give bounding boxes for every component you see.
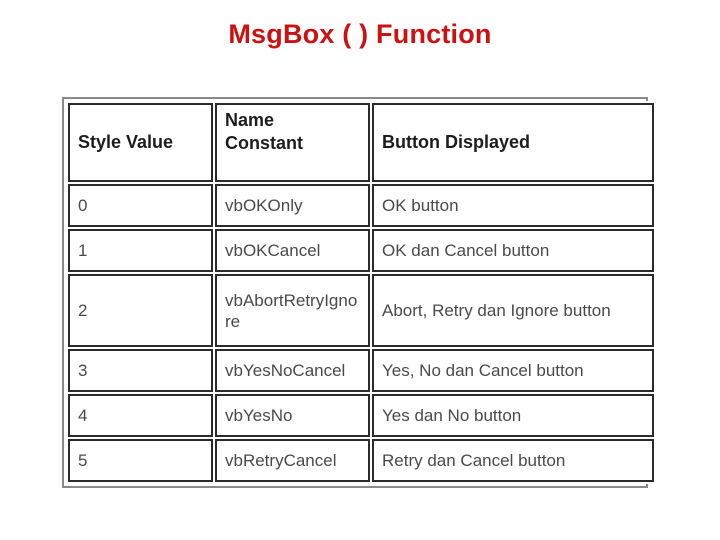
style-value-text: 4 (78, 405, 88, 425)
cell-name-constant: vbOKCancel (215, 229, 370, 273)
button-displayed-text: OK dan Cancel button (382, 241, 550, 261)
cell-button-displayed: OK button (372, 184, 654, 228)
style-value-text: 0 (78, 196, 88, 216)
column-header-button-displayed: Button Displayed (372, 103, 654, 183)
cell-style-value: 4 (68, 393, 213, 437)
button-displayed-text: Yes, No dan Cancel button (382, 360, 584, 380)
cell-button-displayed: Yes, No dan Cancel button (372, 348, 654, 392)
cell-style-value: 3 (68, 348, 213, 392)
msgbox-style-table: Style Value Name Constant Button Display… (66, 101, 656, 484)
name-constant-text: vbYesNoCancel (225, 360, 346, 380)
cell-name-constant: vbOKOnly (215, 184, 370, 228)
cell-button-displayed: Abort, Retry dan Ignore button (372, 274, 654, 347)
column-header-style-value-label: Style Value (78, 132, 174, 153)
name-constant-text: vbYesNo (225, 405, 293, 425)
name-constant-text: vbOKOnly (225, 196, 303, 216)
button-displayed-text: OK button (382, 196, 459, 216)
cell-style-value: 1 (68, 229, 213, 273)
style-value-text: 1 (78, 241, 88, 261)
table-row: 0 vbOKOnly OK button (68, 184, 654, 228)
style-value-text: 3 (78, 360, 88, 380)
cell-name-constant: vbAbortRetryIgnore (215, 274, 370, 347)
table-row: 1 vbOKCancel OK dan Cancel button (68, 229, 654, 273)
cell-name-constant: vbRetryCancel (215, 438, 370, 482)
cell-button-displayed: Yes dan No button (372, 393, 654, 437)
name-constant-text: vbOKCancel (225, 241, 321, 261)
name-constant-text: vbRetryCancel (225, 450, 337, 470)
cell-button-displayed: OK dan Cancel button (372, 229, 654, 273)
button-displayed-text: Yes dan No button (382, 405, 522, 425)
table-row: 3 vbYesNoCancel Yes, No dan Cancel butto… (68, 348, 654, 392)
cell-style-value: 2 (68, 274, 213, 347)
cell-name-constant: vbYesNoCancel (215, 348, 370, 392)
column-header-button-displayed-label: Button Displayed (382, 132, 531, 153)
button-displayed-text: Abort, Retry dan Ignore button (382, 301, 611, 321)
style-value-text: 5 (78, 450, 88, 470)
style-value-text: 2 (78, 301, 88, 321)
column-header-style-value: Style Value (68, 103, 213, 183)
column-header-name-constant: Name Constant (215, 103, 370, 183)
table-row: 2 vbAbortRetryIgnore Abort, Retry dan Ig… (68, 274, 654, 347)
table-row: 4 vbYesNo Yes dan No button (68, 393, 654, 437)
name-constant-text: vbAbortRetryIgnore (225, 290, 358, 331)
cell-style-value: 5 (68, 438, 213, 482)
button-displayed-text: Retry dan Cancel button (382, 450, 566, 470)
table-header-row: Style Value Name Constant Button Display… (68, 103, 654, 183)
msgbox-style-table-frame: Style Value Name Constant Button Display… (62, 97, 656, 488)
column-header-name-constant-label: Name Constant (225, 110, 303, 153)
page-title: MsgBox ( ) Function (228, 19, 492, 49)
cell-style-value: 0 (68, 184, 213, 228)
cell-name-constant: vbYesNo (215, 393, 370, 437)
cell-button-displayed: Retry dan Cancel button (372, 438, 654, 482)
table-row: 5 vbRetryCancel Retry dan Cancel button (68, 438, 654, 482)
